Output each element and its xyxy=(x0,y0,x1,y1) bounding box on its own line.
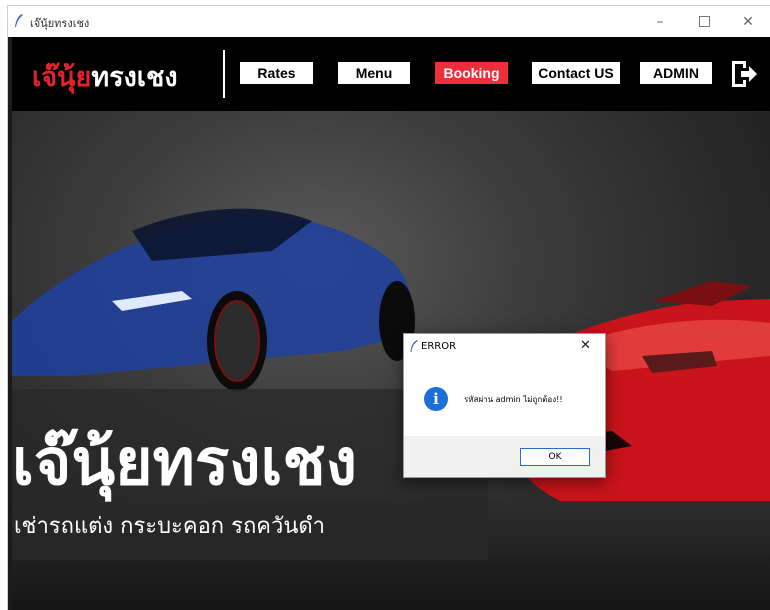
close-window-button[interactable]: ✕ xyxy=(726,6,770,37)
nav-booking-button[interactable]: Booking xyxy=(435,62,508,84)
close-icon[interactable]: ✕ xyxy=(580,338,591,353)
logo-red-text: เจ๊นุ้ย xyxy=(32,62,92,93)
nav-menu-button[interactable]: Menu xyxy=(338,62,410,84)
maximize-button[interactable] xyxy=(682,6,726,37)
nav-admin-button[interactable]: ADMIN xyxy=(640,62,712,84)
error-dialog: ERROR ✕ i รหัสผ่าน admin ไม่ถูกต้อง!! OK xyxy=(403,333,606,478)
feather-icon xyxy=(15,14,23,27)
window-titlebar: เจ๊นุ้ยทรงเชง – ✕ xyxy=(8,6,770,37)
dialog-title: ERROR xyxy=(421,341,457,352)
feather-icon xyxy=(410,340,418,352)
top-navbar: เจ๊นุ้ยทรงเชง Rates Menu Booking Contact… xyxy=(12,37,770,111)
hero-banner: เจ๊นุ้ยทรงเชง เช่ารถแต่ง กระบะคอก รถควัน… xyxy=(12,111,770,610)
hero-title: เจ๊นุ้ยทรงเชง xyxy=(12,426,357,500)
hero-subtitle: เช่ารถแต่ง กระบะคอก รถควันดำ xyxy=(14,514,326,539)
dialog-body: i รหัสผ่าน admin ไม่ถูกต้อง!! xyxy=(404,360,605,436)
nav-divider xyxy=(223,50,225,98)
app-window: เจ๊นุ้ยทรงเชง – ✕ เจ๊นุ้ยทรงเชง Rates Me… xyxy=(8,6,770,610)
maximize-icon xyxy=(698,16,710,27)
logout-icon[interactable] xyxy=(729,59,759,89)
dialog-message: รหัสผ่าน admin ไม่ถูกต้อง!! xyxy=(464,395,563,404)
brand-logo: เจ๊นุ้ยทรงเชง xyxy=(32,55,178,98)
minimize-button[interactable]: – xyxy=(638,6,682,37)
info-icon: i xyxy=(424,387,448,411)
ok-button[interactable]: OK xyxy=(520,448,590,466)
nav-contact-button[interactable]: Contact US xyxy=(532,62,620,84)
window-title: เจ๊นุ้ยทรงเชง xyxy=(30,17,90,30)
dialog-titlebar: ERROR ✕ xyxy=(404,334,605,360)
logo-white-text: ทรงเชง xyxy=(91,62,178,93)
nav-rates-button[interactable]: Rates xyxy=(240,62,313,84)
close-icon: ✕ xyxy=(742,13,754,30)
minimize-icon: – xyxy=(656,13,664,30)
